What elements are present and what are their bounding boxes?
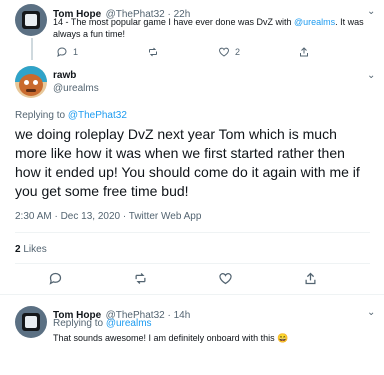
divider: [0, 294, 384, 295]
share-icon: [300, 47, 308, 57]
likes-count: 2: [15, 244, 21, 255]
likes-label: Likes: [23, 244, 47, 255]
tweet-text: 14 - The most popular game I have ever d…: [53, 17, 364, 39]
tweet-timestamp[interactable]: 2:30 AM · Dec 13, 2020 · Twitter Web App: [15, 211, 201, 222]
replying-to-link[interactable]: @ThePhat32: [68, 110, 127, 121]
divider: [15, 263, 370, 264]
avatar[interactable]: [15, 66, 47, 98]
retweet-button[interactable]: [133, 271, 148, 286]
replying-to: Replying to @urealms: [53, 318, 152, 329]
share-button[interactable]: [303, 271, 318, 286]
reply-icon: [49, 272, 62, 285]
avatar[interactable]: [15, 4, 47, 36]
reply-icon: [57, 47, 67, 58]
like-count: 2: [235, 47, 241, 57]
retweet-icon: [149, 47, 157, 57]
mention-link[interactable]: @urealms: [294, 17, 335, 27]
share-icon: [305, 272, 316, 285]
divider: [15, 232, 370, 233]
like-button[interactable]: 2: [218, 46, 240, 58]
tweet-text: That sounds awesome! I am definitely onb…: [53, 333, 289, 343]
share-button[interactable]: [298, 46, 310, 58]
retweet-button[interactable]: [147, 46, 164, 58]
avatar[interactable]: [15, 306, 47, 338]
reply-button[interactable]: [48, 271, 63, 286]
retweet-icon: [135, 273, 146, 284]
likes-stat[interactable]: 2 Likes: [15, 244, 47, 255]
replying-to: Replying to @ThePhat32: [15, 110, 127, 121]
thread-line: [31, 38, 33, 60]
reply-count: 1: [73, 47, 79, 57]
replying-to-link[interactable]: @urealms: [106, 318, 152, 329]
like-icon: [219, 273, 232, 285]
reply-button[interactable]: 1: [56, 46, 78, 58]
like-button[interactable]: [218, 271, 233, 286]
more-icon[interactable]: ⌄: [367, 307, 375, 318]
author-handle[interactable]: @urealms: [53, 83, 99, 94]
author-name[interactable]: rawb: [53, 70, 76, 81]
like-icon: [219, 47, 229, 57]
more-icon[interactable]: ⌄: [367, 70, 375, 81]
tweet-text: we doing roleplay DvZ next year Tom whic…: [15, 126, 360, 199]
